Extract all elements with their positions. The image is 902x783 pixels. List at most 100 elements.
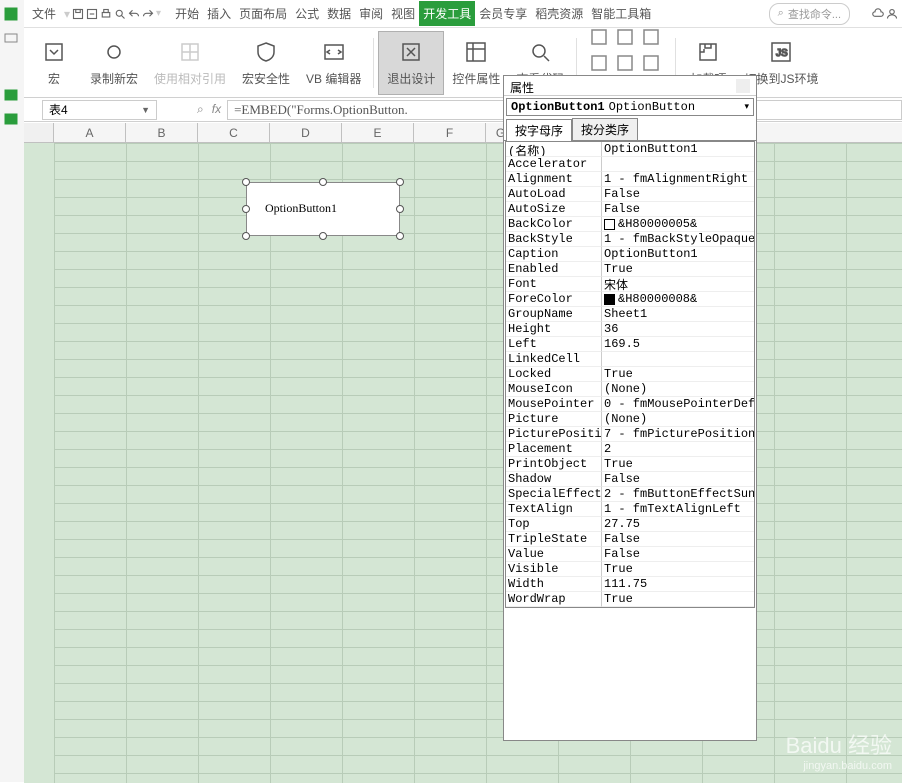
property-row[interactable]: WordWrapTrue	[506, 592, 754, 607]
property-row[interactable]: AutoSizeFalse	[506, 202, 754, 217]
resize-handle[interactable]	[396, 205, 404, 213]
menu-tab-5[interactable]: 审阅	[355, 1, 387, 26]
close-icon[interactable]	[736, 79, 750, 93]
addins-icon	[694, 38, 722, 66]
ribbon-macro[interactable]: 宏	[26, 31, 82, 95]
sidebar-icon-3[interactable]	[3, 88, 21, 106]
property-row[interactable]: PicturePosition7 - fmPicturePositionAbov	[506, 427, 754, 442]
undo-icon[interactable]	[128, 5, 140, 23]
property-row[interactable]: TripleStateFalse	[506, 532, 754, 547]
svg-text:JS: JS	[776, 48, 788, 59]
sidebar-icon-4[interactable]	[3, 112, 21, 130]
property-row[interactable]: BackColor&H80000005&	[506, 217, 754, 232]
menu-tab-9[interactable]: 稻壳资源	[531, 1, 587, 26]
resize-handle[interactable]	[242, 232, 250, 240]
property-row[interactable]: Font宋体	[506, 277, 754, 292]
name-box[interactable]: 表4 ▼	[42, 100, 157, 120]
property-row[interactable]: LinkedCell	[506, 352, 754, 367]
property-row[interactable]: PrintObjectTrue	[506, 457, 754, 472]
property-row[interactable]: AutoLoadFalse	[506, 187, 754, 202]
control-toolbox-icon[interactable]	[615, 53, 635, 73]
tab-alphabetic[interactable]: 按字母序	[506, 119, 572, 141]
control-toolbox-icon[interactable]	[641, 53, 661, 73]
menu-tab-6[interactable]: 视图	[387, 1, 419, 26]
file-menu[interactable]: 文件	[26, 3, 62, 24]
cloud-icon[interactable]	[872, 5, 884, 23]
fx-icon[interactable]: fx	[212, 102, 221, 117]
redo-icon[interactable]	[142, 5, 154, 23]
property-row[interactable]: Accelerator	[506, 157, 754, 172]
sidebar-icon-1[interactable]	[3, 6, 21, 24]
col-header[interactable]: B	[126, 123, 198, 142]
menu-tab-4[interactable]: 数据	[323, 1, 355, 26]
property-row[interactable]: SpecialEffect2 - fmButtonEffectSunken	[506, 487, 754, 502]
preview-icon[interactable]	[114, 5, 126, 23]
property-row[interactable]: ValueFalse	[506, 547, 754, 562]
control-toolbox-icon[interactable]	[641, 27, 661, 47]
property-row[interactable]: BackStyle1 - fmBackStyleOpaque	[506, 232, 754, 247]
property-row[interactable]: Top27.75	[506, 517, 754, 532]
menu-tab-0[interactable]: 开始	[171, 1, 203, 26]
property-row[interactable]: Height36	[506, 322, 754, 337]
option-button-control[interactable]: OptionButton1	[246, 182, 400, 236]
ribbon-macro-security[interactable]: 宏安全性	[234, 31, 298, 95]
resize-handle[interactable]	[242, 205, 250, 213]
menu-tab-2[interactable]: 页面布局	[235, 1, 291, 26]
cancel-formula-icon[interactable]: ⌕	[197, 102, 204, 117]
property-row[interactable]: Picture(None)	[506, 412, 754, 427]
grid-body[interactable]: OptionButton1	[24, 143, 902, 783]
resize-handle[interactable]	[396, 178, 404, 186]
resize-handle[interactable]	[319, 178, 327, 186]
resize-handle[interactable]	[242, 178, 250, 186]
vb-editor-icon	[320, 38, 348, 66]
col-header[interactable]: E	[342, 123, 414, 142]
property-row[interactable]: Placement2	[506, 442, 754, 457]
menu-tab-10[interactable]: 智能工具箱	[587, 1, 655, 26]
property-row[interactable]: GroupNameSheet1	[506, 307, 754, 322]
ribbon-exit-design[interactable]: 退出设计	[378, 31, 444, 95]
property-row[interactable]: CaptionOptionButton1	[506, 247, 754, 262]
qa-icon-2[interactable]	[86, 5, 98, 23]
property-row[interactable]: VisibleTrue	[506, 562, 754, 577]
property-row[interactable]: TextAlign1 - fmTextAlignLeft	[506, 502, 754, 517]
col-header[interactable]: A	[54, 123, 126, 142]
property-row[interactable]: MousePointer0 - fmMousePointerDefault	[506, 397, 754, 412]
property-row[interactable]: ShadowFalse	[506, 472, 754, 487]
ribbon-vb-editor[interactable]: VB 编辑器	[298, 31, 369, 95]
col-header[interactable]: F	[414, 123, 486, 142]
object-selector[interactable]: OptionButton1 OptionButton ▾	[506, 98, 754, 116]
control-toolbox-icon[interactable]	[589, 27, 609, 47]
property-row[interactable]: Alignment1 - fmAlignmentRight	[506, 172, 754, 187]
property-row[interactable]: MouseIcon(None)	[506, 382, 754, 397]
sidebar-icon-2[interactable]	[3, 30, 21, 48]
col-header[interactable]: D	[270, 123, 342, 142]
property-row[interactable]: LockedTrue	[506, 367, 754, 382]
col-header[interactable]: C	[198, 123, 270, 142]
property-row[interactable]: Left169.5	[506, 337, 754, 352]
print-icon[interactable]	[100, 5, 112, 23]
save-icon[interactable]	[72, 5, 84, 23]
property-row[interactable]: (名称)OptionButton1	[506, 142, 754, 157]
ribbon-relative-ref: 使用相对引用	[146, 31, 234, 95]
color-swatch	[604, 294, 615, 305]
control-toolbox-icon[interactable]	[615, 27, 635, 47]
property-row[interactable]: Width111.75	[506, 577, 754, 592]
resize-handle[interactable]	[319, 232, 327, 240]
properties-titlebar[interactable]: 属性	[504, 76, 756, 96]
tab-categorized[interactable]: 按分类序	[572, 118, 638, 140]
chevron-down-icon: ▾	[744, 102, 749, 112]
color-swatch	[604, 219, 615, 230]
select-all-corner[interactable]	[24, 123, 54, 142]
user-icon[interactable]	[886, 5, 898, 23]
search-command[interactable]: ⌕ 查找命令...	[769, 3, 850, 25]
resize-handle[interactable]	[396, 232, 404, 240]
ribbon-control-props[interactable]: 控件属性	[444, 31, 508, 95]
ribbon-record-macro[interactable]: 录制新宏	[82, 31, 146, 95]
control-toolbox-icon[interactable]	[589, 53, 609, 73]
menu-tab-3[interactable]: 公式	[291, 1, 323, 26]
menu-tab-1[interactable]: 插入	[203, 1, 235, 26]
menu-tab-8[interactable]: 会员专享	[475, 1, 531, 26]
property-row[interactable]: EnabledTrue	[506, 262, 754, 277]
menu-tab-7[interactable]: 开发工具	[419, 1, 475, 26]
property-row[interactable]: ForeColor&H80000008&	[506, 292, 754, 307]
